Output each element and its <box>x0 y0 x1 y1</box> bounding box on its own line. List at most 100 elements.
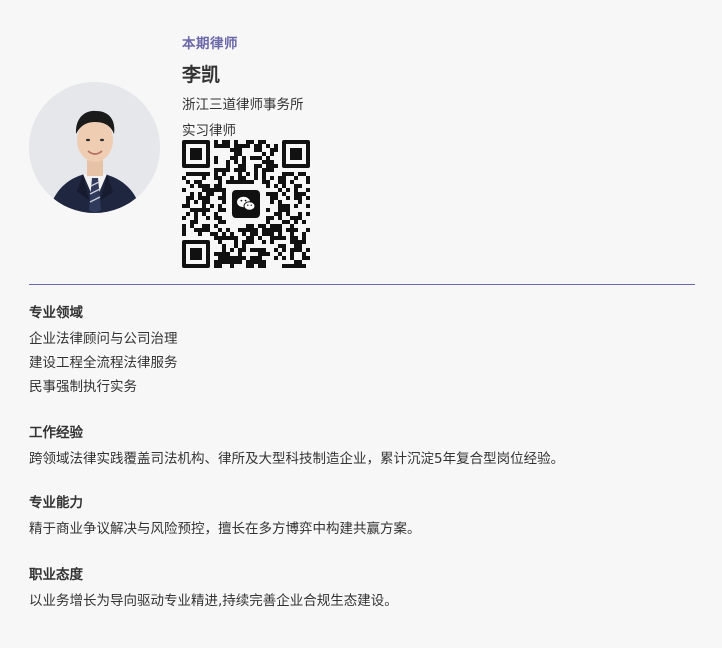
qr-module <box>290 172 294 176</box>
qr-module <box>258 248 262 252</box>
qr-module <box>238 248 242 252</box>
qr-module <box>190 184 194 188</box>
qr-module <box>266 192 270 196</box>
qr-module <box>302 236 306 240</box>
qr-module <box>202 204 206 208</box>
qr-module <box>234 260 238 264</box>
qr-module <box>250 248 254 252</box>
qr-module <box>254 164 258 168</box>
qr-module <box>270 236 274 240</box>
qr-module <box>242 180 246 184</box>
qr-module <box>214 216 218 220</box>
qr-module <box>234 140 238 144</box>
qr-module <box>226 168 230 172</box>
qr-module <box>202 184 206 188</box>
qr-module <box>198 192 202 196</box>
qr-module <box>222 236 226 240</box>
qr-module <box>238 252 242 256</box>
qr-module <box>294 264 298 268</box>
qr-module <box>278 204 282 208</box>
qr-module <box>234 144 238 148</box>
qr-module <box>250 232 254 236</box>
profile-header: 本期律师 李凯 浙江三道律师事务所 实习律师 <box>0 0 722 290</box>
attitude-text: 以业务增长为导向驱动专业精进,持续完善企业合规生态建设。 <box>29 593 398 609</box>
qr-module <box>302 240 306 244</box>
qr-module <box>182 228 186 232</box>
qr-module <box>238 144 242 148</box>
qr-module <box>206 184 210 188</box>
qr-module <box>250 224 254 228</box>
qr-module <box>298 260 302 264</box>
qr-module <box>278 244 282 248</box>
wechat-qr-code[interactable] <box>182 140 310 268</box>
qr-module <box>282 176 286 180</box>
qr-module <box>302 256 306 260</box>
qr-module <box>294 240 298 244</box>
qr-module <box>218 216 222 220</box>
qr-module <box>302 252 306 256</box>
qr-module <box>246 140 250 144</box>
qr-module <box>270 192 274 196</box>
qr-module <box>238 172 242 176</box>
qr-module <box>218 196 222 200</box>
section-expertise: 专业领域 企业法律顾问与公司治理 建设工程全流程法律服务 民事强制执行实务 <box>29 303 689 399</box>
qr-module <box>298 248 302 252</box>
qr-module <box>290 180 294 184</box>
qr-module <box>278 216 282 220</box>
section-ability: 专业能力 精于商业争议解决与风险预控，擅长在多方博弈中构建共赢方案。 <box>29 493 689 541</box>
qr-module <box>214 264 218 268</box>
lawyer-name: 李凯 <box>182 64 221 86</box>
qr-module <box>234 236 238 240</box>
qr-module <box>202 176 206 180</box>
qr-module <box>258 224 262 228</box>
qr-module <box>258 260 262 264</box>
qr-module <box>302 264 306 268</box>
qr-module <box>286 204 290 208</box>
qr-module <box>198 232 202 236</box>
qr-module <box>250 260 254 264</box>
qr-module <box>218 228 222 232</box>
qr-module <box>262 232 266 236</box>
qr-module <box>262 264 266 268</box>
qr-module <box>274 148 278 152</box>
qr-module <box>298 212 302 216</box>
qr-module <box>222 196 226 200</box>
qr-module <box>294 176 298 180</box>
qr-module <box>202 212 206 216</box>
qr-module <box>274 228 278 232</box>
qr-module <box>266 232 270 236</box>
qr-module <box>230 260 234 264</box>
qr-module <box>262 252 266 256</box>
header-divider <box>29 284 695 285</box>
qr-module <box>218 208 222 212</box>
qr-module <box>250 264 254 268</box>
qr-module <box>270 148 274 152</box>
qr-module <box>246 180 250 184</box>
qr-module <box>218 260 222 264</box>
qr-module <box>266 164 270 168</box>
section-title: 职业态度 <box>29 567 83 583</box>
qr-module <box>190 220 194 224</box>
qr-module <box>278 200 282 204</box>
qr-module <box>234 152 238 156</box>
qr-module <box>214 160 218 164</box>
qr-module <box>278 212 282 216</box>
qr-module <box>222 256 226 260</box>
qr-module <box>286 212 290 216</box>
qr-module <box>258 156 262 160</box>
qr-module <box>278 236 282 240</box>
qr-module <box>298 244 302 248</box>
qr-module <box>210 188 214 192</box>
qr-module <box>254 248 258 252</box>
qr-module <box>246 228 250 232</box>
qr-module <box>242 164 246 168</box>
qr-module <box>218 204 222 208</box>
qr-module <box>206 224 210 228</box>
experience-text: 跨领域法律实践覆盖司法机构、律所及大型科技制造企业，累计沉淀5年复合型岗位经验。 <box>29 451 565 467</box>
qr-module <box>202 196 206 200</box>
qr-module <box>206 188 210 192</box>
qr-module <box>286 220 290 224</box>
qr-module <box>218 240 222 244</box>
qr-module <box>238 164 242 168</box>
qr-module <box>306 196 310 200</box>
